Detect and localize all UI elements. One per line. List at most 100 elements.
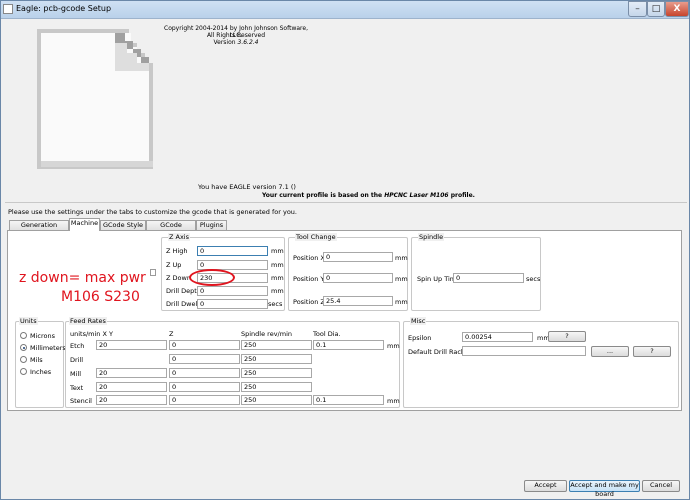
drill-depth-label: Drill Depth xyxy=(166,287,201,295)
drill-rack-input[interactable] xyxy=(462,346,586,356)
position-x-label: Position X xyxy=(293,254,325,262)
z-axis-title: Z Axis xyxy=(168,233,191,241)
feed-etch-z-input[interactable]: 0 xyxy=(169,340,240,350)
position-y-label: Position Y xyxy=(293,275,325,283)
drill-rack-help-button[interactable]: ? xyxy=(633,346,671,357)
feed-stencil-unit: mm xyxy=(387,397,400,405)
units-mils-label: Mils xyxy=(30,356,43,364)
feed-mill-z-input[interactable]: 0 xyxy=(169,368,240,378)
feed-stencil-xy-input[interactable]: 20 xyxy=(96,395,167,405)
units-millimeters-radio[interactable] xyxy=(20,344,27,351)
position-y-input[interactable]: 0 xyxy=(323,273,393,283)
page-icon xyxy=(150,269,156,276)
close-button[interactable]: X xyxy=(665,1,689,17)
version-label: Version xyxy=(213,39,236,46)
feed-mill-xy-input[interactable]: 20 xyxy=(96,368,167,378)
feed-text-label: Text xyxy=(70,384,84,392)
feed-stencil-tool-input[interactable]: 0.1 xyxy=(313,395,384,405)
units-mils-radio[interactable] xyxy=(20,356,27,363)
feed-etch-tool-input[interactable]: 0.1 xyxy=(313,340,384,350)
profile-prefix: Your current profile is based on the xyxy=(262,192,383,199)
feed-stencil-z-input[interactable]: 0 xyxy=(169,395,240,405)
feed-drill-label: Drill xyxy=(70,356,84,364)
feed-header-tool-dia: Tool Dia. xyxy=(313,330,341,338)
position-z-label: Position Z xyxy=(293,298,325,306)
units-microns-radio[interactable] xyxy=(20,332,27,339)
tab-generation-options[interactable]: Generation Options xyxy=(9,220,69,238)
tab-gcode-options[interactable]: GCode Options xyxy=(146,220,196,238)
spin-up-time-unit: secs xyxy=(526,275,541,283)
version-line: Version 3.6.2.4 xyxy=(161,39,311,46)
profile-line: Your current profile is based on the HPC… xyxy=(262,192,475,199)
profile-suffix: profile. xyxy=(450,192,475,199)
cancel-button[interactable]: Cancel xyxy=(642,480,680,492)
eagle-version-text: You have EAGLE version 7.1 () xyxy=(198,183,296,191)
setup-window: Eagle: pcb-gcode Setup – □ X Copyright 2… xyxy=(0,0,690,500)
epsilon-label: Epsilon xyxy=(408,334,432,342)
epsilon-input[interactable]: 0.00254 xyxy=(462,332,533,342)
feed-drill-z-input[interactable]: 0 xyxy=(169,354,240,364)
position-y-unit: mm xyxy=(395,275,408,283)
drill-depth-unit: mm xyxy=(271,287,284,295)
drill-depth-input[interactable]: 0 xyxy=(197,286,268,296)
units-millimeters-label: Millimeters xyxy=(30,344,66,352)
z-high-input[interactable]: 0 xyxy=(197,246,268,256)
window-title: Eagle: pcb-gcode Setup xyxy=(16,4,112,13)
spindle-title: Spindle xyxy=(418,233,445,241)
z-up-unit: mm xyxy=(271,261,284,269)
feed-etch-xy-input[interactable]: 20 xyxy=(96,340,167,350)
title-bar[interactable]: Eagle: pcb-gcode Setup – □ X xyxy=(1,1,689,19)
browse-button[interactable]: ... xyxy=(591,346,629,357)
feed-etch-spindle-input[interactable]: 250 xyxy=(241,340,312,350)
feed-stencil-label: Stencil xyxy=(70,397,92,405)
position-x-unit: mm xyxy=(395,254,408,262)
app-icon xyxy=(3,4,13,14)
feed-header-spindle: Spindle rev/min xyxy=(241,330,292,338)
drill-dwell-label: Drill Dwell xyxy=(166,300,200,308)
annotation-line-1: z down= max pwr xyxy=(19,270,146,286)
feed-text-xy-input[interactable]: 20 xyxy=(96,382,167,392)
feed-rates-title: Feed Rates xyxy=(69,317,107,325)
position-z-unit: mm xyxy=(395,298,408,306)
feed-mill-label: Mill xyxy=(70,370,82,378)
z-down-label: Z Down xyxy=(166,274,191,282)
feed-text-z-input[interactable]: 0 xyxy=(169,382,240,392)
units-inches-label: Inches xyxy=(30,368,52,376)
separator xyxy=(5,202,687,203)
units-title: Units xyxy=(19,317,38,325)
accept-button[interactable]: Accept xyxy=(524,480,567,492)
epsilon-help-button[interactable]: ? xyxy=(548,331,586,342)
drill-dwell-input[interactable]: 0 xyxy=(197,299,268,309)
document-icon xyxy=(31,23,161,173)
z-up-label: Z Up xyxy=(166,261,182,269)
z-high-unit: mm xyxy=(271,247,284,255)
feed-etch-unit: mm xyxy=(387,342,400,350)
feed-stencil-spindle-input[interactable]: 250 xyxy=(241,395,312,405)
maximize-button[interactable]: □ xyxy=(647,1,665,17)
annotation-line-2: M106 S230 xyxy=(61,289,140,305)
tool-change-title: Tool Change xyxy=(295,233,337,241)
position-z-input[interactable]: 25.4 xyxy=(323,296,393,306)
z-high-label: Z High xyxy=(166,247,188,255)
feed-text-spindle-input[interactable]: 250 xyxy=(241,382,312,392)
version-number: 3.6.2.4 xyxy=(237,39,259,46)
profile-name: HPCNC Laser M106 xyxy=(384,192,449,199)
accept-and-make-board-button[interactable]: Accept and make my board xyxy=(569,480,640,498)
feed-drill-spindle-input[interactable]: 250 xyxy=(241,354,312,364)
feed-mill-spindle-input[interactable]: 250 xyxy=(241,368,312,378)
tab-plugins[interactable]: Plugins xyxy=(196,220,227,230)
position-x-input[interactable]: 0 xyxy=(323,252,393,262)
spin-up-time-input[interactable]: 0 xyxy=(453,273,524,283)
feed-etch-label: Etch xyxy=(70,342,85,350)
units-inches-radio[interactable] xyxy=(20,368,27,375)
feed-header-xy: units/min X Y xyxy=(70,330,113,338)
rights-text: All Rights Reserved xyxy=(206,32,266,39)
instructions-text: Please use the settings under the tabs t… xyxy=(8,208,297,216)
tab-machine[interactable]: Machine xyxy=(69,218,100,231)
minimize-button[interactable]: – xyxy=(628,1,647,17)
misc-title: Misc xyxy=(410,317,427,325)
feed-header-z: Z xyxy=(169,330,174,338)
tab-gcode-style[interactable]: GCode Style xyxy=(100,220,146,230)
units-microns-label: Microns xyxy=(30,332,56,340)
annotation-circle xyxy=(189,269,235,286)
